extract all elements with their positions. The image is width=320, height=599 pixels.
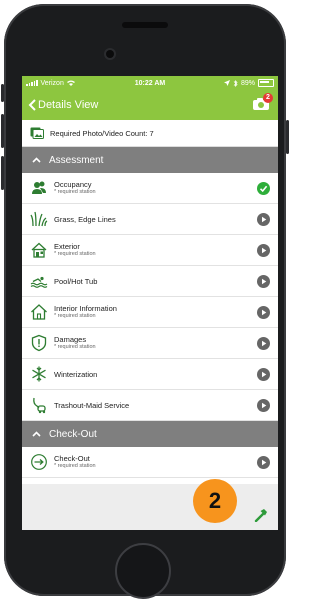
battery-icon [258,79,274,87]
app-screen: Verizon 10:22 AM 89% Details View 2 Requ… [22,76,278,530]
power-button [286,120,289,154]
bottom-toolbar [22,484,278,530]
snowflake-icon [32,366,46,382]
play-circle-icon [257,336,270,350]
home-button[interactable] [115,543,171,599]
station-title: Grass, Edge Lines [54,214,116,224]
photo-button[interactable]: 2 [252,93,273,111]
station-subtitle: * required station [54,463,96,469]
photo-count-badge: 2 [263,93,273,103]
station-row-grass[interactable]: Grass, Edge Lines [22,204,278,235]
chevron-left-icon [28,99,36,111]
back-button[interactable]: Details View [28,99,98,111]
exit-arrow-icon [31,454,47,470]
station-title: Occupancy [54,180,92,189]
grass-icon [30,211,48,227]
station-title: Damages [54,335,87,344]
station-subtitle: * required station [54,189,96,195]
station-title: Check-Out [54,454,90,463]
station-subtitle: * required station [54,344,96,350]
station-title: Interior Information [54,304,117,313]
chevron-up-icon [32,157,41,163]
station-row-exterior[interactable]: Exterior * required station [22,235,278,266]
station-row-trashout[interactable]: Trashout-Maid Service [22,390,278,421]
volume-up-button [1,114,4,148]
chevron-up-icon [32,431,41,437]
section-title: Assessment [49,154,104,166]
back-label: Details View [38,99,99,111]
earpiece [122,22,168,28]
section-header-checkout[interactable]: Check-Out [22,421,278,447]
required-count-label: Required Photo/Video Count: 7 [50,128,154,138]
station-title: Trashout-Maid Service [54,400,130,410]
section-title: Check-Out [49,428,97,440]
station-row-pool[interactable]: Pool/Hot Tub [22,266,278,297]
volume-down-button [1,156,4,190]
step-marker: 2 [193,479,237,523]
status-bar: Verizon 10:22 AM 89% [22,76,278,90]
play-circle-icon [257,455,270,469]
station-title: Winterization [54,369,98,379]
check-circle-icon [257,181,270,195]
station-row-winterization[interactable]: Winterization [22,359,278,390]
station-title: Exterior [54,242,80,251]
hammer-icon[interactable] [254,508,268,522]
people-icon [32,181,46,194]
play-circle-icon [257,305,270,319]
clock: 10:22 AM [134,79,166,87]
play-circle-icon [257,274,270,288]
vacuum-icon [33,397,46,414]
play-circle-icon [257,243,270,257]
station-row-occupancy[interactable]: Occupancy * required station [22,173,278,204]
required-count-bar: Required Photo/Video Count: 7 [22,120,278,147]
swimmer-icon [30,276,48,288]
play-circle-icon [257,367,270,381]
house-interior-icon [31,304,47,320]
station-title: Pool/Hot Tub [54,276,98,286]
station-row-checkout[interactable]: Check-Out * required station [22,447,278,478]
play-circle-icon [257,398,270,412]
station-subtitle: * required station [54,251,96,257]
station-row-interior[interactable]: Interior Information * required station [22,297,278,328]
photo-gallery-icon [30,127,44,139]
mute-switch [1,84,4,102]
front-camera [106,50,114,58]
navigation-bar: Details View 2 [22,90,278,120]
section-header-assessment[interactable]: Assessment [22,147,278,173]
shield-alert-icon [31,334,47,352]
play-circle-icon [257,212,270,226]
house-exterior-icon [31,242,47,258]
station-subtitle: * required station [54,313,96,319]
station-row-damages[interactable]: Damages * required station [22,328,278,359]
